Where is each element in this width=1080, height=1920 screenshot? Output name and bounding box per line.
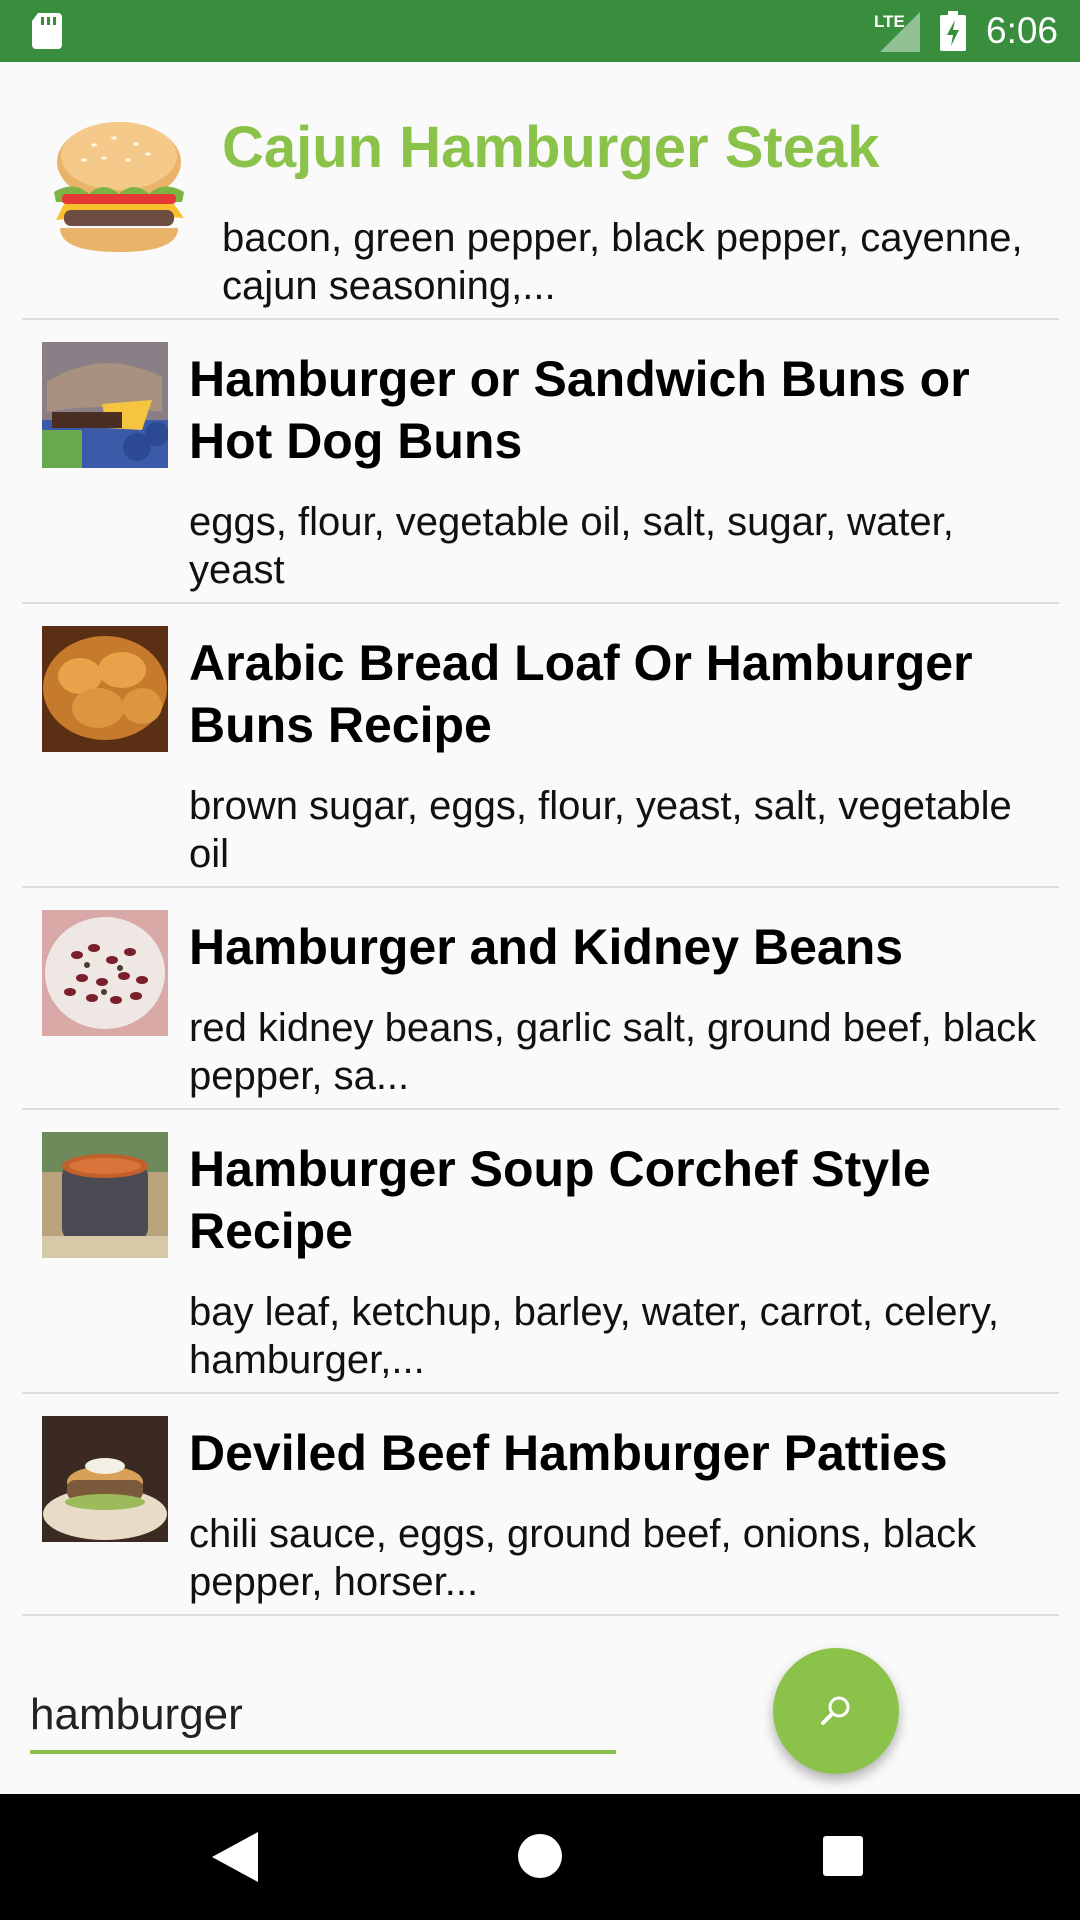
clock: 6:06 (986, 10, 1059, 51)
featured-ingredients: bacon, green pepper, black pepper, cayen… (222, 216, 1023, 308)
search-input[interactable] (30, 1680, 616, 1754)
recipe-title: Hamburger and Kidney Beans (189, 919, 904, 975)
list-item[interactable]: Arabic Bread Loaf Or Hamburger Buns Reci… (22, 604, 1059, 888)
recipe-ingredients: eggs, flour, vegetable oil, salt, sugar,… (189, 500, 954, 592)
hamburger-illustration-icon (54, 122, 184, 252)
back-icon[interactable] (212, 1832, 258, 1882)
recipe-ingredients: bay leaf, ketchup, barley, water, carrot… (189, 1290, 999, 1382)
recipe-thumbnail (42, 626, 168, 752)
status-bar: LTE 6:06 (0, 0, 1080, 62)
battery-charging-icon (940, 11, 966, 51)
recipe-title: Deviled Beef Hamburger Patties (189, 1425, 948, 1481)
search-icon (821, 1696, 850, 1725)
featured-recipe[interactable]: Cajun Hamburger Steak bacon, green peppe… (22, 62, 1059, 320)
recipe-thumbnail (42, 910, 168, 1036)
recipe-thumbnail (42, 1416, 168, 1542)
search-button[interactable] (773, 1648, 899, 1774)
signal-icon (880, 12, 920, 52)
recipe-thumbnail (42, 1132, 168, 1258)
recipe-thumbnail (42, 342, 168, 468)
recipe-title: Arabic Bread Loaf Or Hamburger Buns Reci… (189, 635, 973, 753)
list-item[interactable]: Hamburger or Sandwich Buns or Hot Dog Bu… (22, 320, 1059, 604)
recipe-ingredients: chili sauce, eggs, ground beef, onions, … (189, 1512, 977, 1604)
recipe-ingredients: red kidney beans, garlic salt, ground be… (189, 1006, 1037, 1098)
recents-icon[interactable] (823, 1836, 863, 1876)
home-icon[interactable] (518, 1834, 562, 1878)
recipe-list: Hamburger or Sandwich Buns or Hot Dog Bu… (22, 320, 1059, 1616)
list-item[interactable]: Hamburger and Kidney Beans red kidney be… (22, 888, 1059, 1110)
list-item[interactable]: Deviled Beef Hamburger Patties chili sau… (22, 1394, 1059, 1616)
recipe-title: Hamburger or Sandwich Buns or Hot Dog Bu… (189, 351, 970, 469)
sd-card-icon (32, 13, 62, 49)
featured-title: Cajun Hamburger Steak (222, 115, 880, 180)
recipe-ingredients: brown sugar, eggs, flour, yeast, salt, v… (189, 784, 1012, 876)
list-item[interactable]: Hamburger Soup Corchef Style Recipe bay … (22, 1110, 1059, 1394)
recipe-title: Hamburger Soup Corchef Style Recipe (189, 1141, 931, 1259)
navigation-bar (0, 1794, 1080, 1920)
